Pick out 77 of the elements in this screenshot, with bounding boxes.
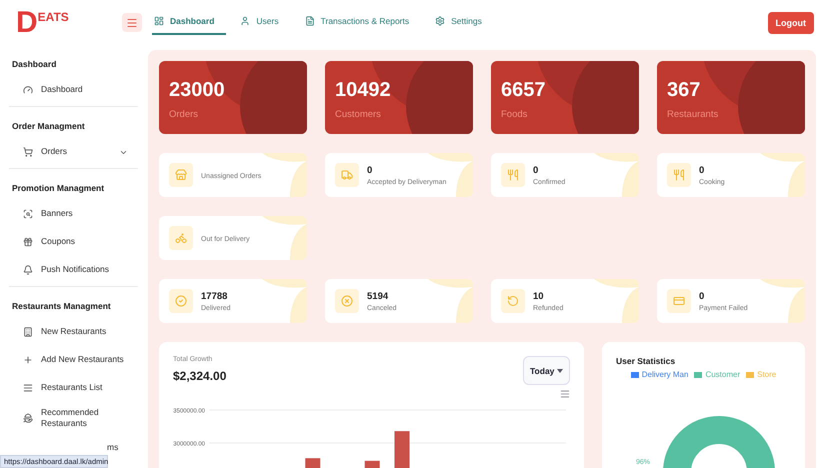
dashboard-grid-icon xyxy=(154,16,164,26)
legend-item: Store xyxy=(746,370,776,379)
status-icon xyxy=(335,163,359,187)
status-value: 0 xyxy=(367,164,374,176)
status-icon xyxy=(501,163,525,187)
sidebar-item[interactable]: Coupons xyxy=(0,228,138,256)
sidebar-item[interactable]: Orders xyxy=(0,138,138,166)
section-title: Restaurants Managment xyxy=(11,300,112,313)
sidebar-item-icon xyxy=(23,265,33,275)
card-label: Orders xyxy=(169,109,200,120)
sidebar-item[interactable]: Restaurants List xyxy=(0,374,138,402)
growth-amount: $2,324.00 xyxy=(173,369,226,383)
status-icon xyxy=(169,289,193,313)
card-value: 23000 xyxy=(169,79,226,102)
legend-item: Delivery Man xyxy=(630,370,688,379)
section-title: Order Managment xyxy=(11,120,86,133)
period-dropdown[interactable]: Today xyxy=(523,356,570,385)
corner-decoration xyxy=(262,153,307,197)
sidebar-item[interactable]: ms xyxy=(107,442,118,452)
status-value: 17788 xyxy=(201,290,228,302)
section-title: Dashboard xyxy=(11,58,58,71)
nav-tab[interactable]: Dashboard xyxy=(152,10,226,35)
card-label: Customers xyxy=(335,109,382,120)
settings-icon xyxy=(435,16,446,26)
card-label: Restaurants xyxy=(667,109,720,120)
chart-menu-icon[interactable] xyxy=(560,389,570,399)
status-value: 0 xyxy=(533,164,540,176)
card-value: 367 xyxy=(667,79,702,102)
sidebar-item[interactable]: Push Notifications xyxy=(0,256,138,284)
sidebar-item-icon xyxy=(23,355,33,365)
status-icon xyxy=(335,289,359,313)
corner-decoration xyxy=(262,216,307,260)
bar xyxy=(364,460,380,468)
caret-icon xyxy=(557,368,563,372)
section-title: Promotion Managment xyxy=(11,182,106,195)
status-value: 0 xyxy=(699,290,706,302)
card-label: Foods xyxy=(501,109,528,120)
status-icon xyxy=(667,163,691,187)
corner-decoration xyxy=(594,153,639,197)
nav-tab[interactable]: Settings xyxy=(433,10,494,35)
menu-icon xyxy=(126,16,138,28)
status-icon xyxy=(169,226,193,250)
sidebar-item-icon xyxy=(23,413,33,424)
card-value: 10492 xyxy=(335,79,392,102)
card-title: User Statistics xyxy=(616,356,676,366)
sidebar-item[interactable]: New Restaurants xyxy=(0,318,138,346)
card-value: 6657 xyxy=(501,79,546,102)
corner-decoration xyxy=(262,279,307,323)
sidebar-item-icon xyxy=(23,85,33,95)
sidebar-item-icon xyxy=(23,209,33,219)
legend-item: Customer xyxy=(694,370,740,379)
sidebar-item-icon xyxy=(23,237,33,247)
corner-decoration xyxy=(760,153,805,197)
user-icon xyxy=(240,16,250,26)
sidebar-item-icon xyxy=(23,383,33,393)
corner-decoration xyxy=(428,279,473,323)
status-value: 5194 xyxy=(367,290,390,302)
nav-tab[interactable]: Transactions & Reports xyxy=(302,10,422,35)
sidebar-item[interactable]: Dashboard xyxy=(0,76,138,104)
status-icon xyxy=(501,289,525,313)
logout-button[interactable]: Logout xyxy=(768,12,814,34)
sidebar-item-icon xyxy=(23,327,33,337)
corner-decoration xyxy=(760,279,805,323)
status-value: 0 xyxy=(699,164,706,176)
bar xyxy=(394,431,410,468)
nav-tab[interactable]: Users xyxy=(238,10,291,35)
bar xyxy=(305,458,320,468)
sidebar-item[interactable]: Add New Restaurants xyxy=(0,346,138,374)
document-icon xyxy=(304,16,315,26)
sidebar-item-icon xyxy=(23,147,33,157)
corner-decoration xyxy=(594,279,639,323)
status-icon xyxy=(667,289,691,313)
menu-button[interactable] xyxy=(122,13,142,32)
status-value: 10 xyxy=(533,290,545,302)
sidebar-item[interactable]: Recommended Restaurants xyxy=(0,402,138,434)
sidebar-item[interactable]: Banners xyxy=(0,200,138,228)
status-icon xyxy=(169,163,193,187)
